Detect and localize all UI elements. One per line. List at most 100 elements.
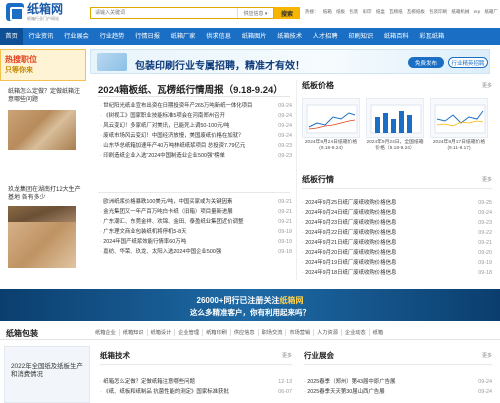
subnav-item[interactable]: 市场营销: [286, 329, 315, 336]
hot-keyword[interactable]: 纸箱厂: [484, 9, 498, 14]
featured-report-card[interactable]: 2022年全国纸及纸板生产和消费情况: [4, 346, 90, 403]
price-chart-thumbnail: [430, 98, 488, 138]
search-scope-select[interactable]: 供应信息 ▾: [237, 8, 273, 18]
hot-keyword[interactable]: 包装印刷: [429, 9, 447, 14]
nav-images[interactable]: 纸箱图片: [236, 28, 272, 45]
subnav-item[interactable]: 供应信息: [231, 329, 259, 336]
news-title: 世纪阳光纸业宣布出资在日期投资年产265万吨新纸一体化项目: [100, 101, 262, 111]
trend-section-title: 纸板行情: [302, 175, 334, 184]
expo-title: 2025春季（郑州）第43届中原广告展: [304, 377, 466, 387]
tech-more-link[interactable]: 更多: [282, 352, 292, 359]
list-item[interactable]: 世纪阳光纸业宣布出资在日期投资年产265万吨新纸一体化项目 09-24: [100, 101, 292, 111]
search-box: 供应信息 ▾: [90, 7, 274, 19]
packaging-subnav: 纸箱包装 纸箱企业 纸箱知识 纸箱设计 企业管理 纸箱印刷 供应信息 职场交流 …: [0, 326, 500, 340]
list-item[interactable]: 2024年9月19日纸厂废纸收购价格信息 09-19: [302, 258, 492, 268]
news-date: 09-21: [278, 199, 292, 205]
news-date: 09-21: [278, 219, 292, 225]
hot-keyword[interactable]: 包装: [349, 9, 358, 14]
site-logo[interactable]: 纸箱网 纸箱行业门户网站: [6, 3, 63, 21]
price-card[interactable]: 2024年9月24日纸箱价格 (9.18-9.24): [302, 98, 360, 152]
left-article[interactable]: 纸箱怎么定做？定做纸箱注意哪些问题: [0, 88, 82, 150]
price-card[interactable]: 2024年9月24日，全国纸箱价格（9.18-9.24）: [366, 98, 424, 152]
list-item[interactable]: 《纸、纸板和纸制品 抗菌性能的测定》国家标准获批 06-07: [100, 387, 292, 397]
search-input[interactable]: [91, 8, 237, 18]
list-item[interactable]: 2025春季天天第30届山西广告展 09-24: [304, 387, 492, 397]
register-banner[interactable]: 26000+同行已注册关注纸箱网 这么多精准客户，你有利用起来吗？: [0, 289, 500, 321]
list-item[interactable]: 2024年9月20日纸厂废纸收购价格信息 09-20: [302, 248, 492, 258]
hot-keyword[interactable]: 彩印: [363, 9, 372, 14]
list-item[interactable]: 2024年9月25日纸厂废纸收购价格信息 09-25: [302, 198, 492, 208]
list-item[interactable]: 《树视工》国家职业技能标准5项会在河南郑州召开 09-24: [100, 111, 292, 121]
nav-daily[interactable]: 行情日报: [130, 28, 166, 45]
divider: [98, 192, 290, 193]
nav-supply[interactable]: 供求信息: [201, 28, 237, 45]
free-post-button[interactable]: 免费发布: [408, 57, 444, 68]
subnav-item[interactable]: 纸箱知识: [120, 329, 148, 336]
nav-home[interactable]: 首页: [0, 28, 24, 45]
list-item[interactable]: 印刷造纸企业入选“2024中国制造业企业500强”榜单 09-23: [100, 151, 292, 161]
recruit-banner[interactable]: 包装印刷行业专属招聘，精准才有效！ 免费发布 行业精英招聘: [90, 49, 490, 74]
list-item[interactable]: 2024年9月24日纸厂废纸收购价格信息 09-24: [302, 208, 492, 218]
list-item[interactable]: 2024年9月21日纸厂废纸收购价格信息 09-21: [302, 238, 492, 248]
trend-title: 2024年9月19日纸厂废纸收购价格信息: [302, 258, 462, 268]
list-item[interactable]: 纸箱怎么定做？定做纸箱注意哪些问题 12-13: [100, 377, 292, 387]
nav-printing[interactable]: 印刷知识: [343, 28, 379, 45]
subnav-item[interactable]: 企业动态: [342, 329, 370, 336]
news-title: 2024年国产纸浆效能行情率60万吨: [100, 237, 262, 247]
list-item[interactable]: 金光集团又一年产百万吨白卡纸（旧箱）项目量新进展 09-21: [100, 207, 292, 217]
nav-wiki[interactable]: 纸箱百科: [378, 28, 414, 45]
list-item[interactable]: 欧洲纸浆价格暴跌100美元/吨，中国买家或为关键因素 09-21: [100, 197, 292, 207]
list-item[interactable]: 2024年9月22日纸厂废纸收购价格信息 09-22: [302, 228, 492, 238]
subnav-item[interactable]: 职场交流: [259, 329, 287, 336]
subnav-item[interactable]: 纸箱企业: [92, 329, 120, 336]
subnav-item[interactable]: 纸箱设计: [148, 329, 176, 336]
nav-tech[interactable]: 纸箱技术: [272, 28, 308, 45]
hot-keyword[interactable]: 纸箱机械: [451, 9, 469, 14]
jobs-ad[interactable]: 热搜职位 只等你来: [0, 49, 86, 81]
expo-date: 09-24: [478, 379, 492, 385]
expo-more-link[interactable]: 更多: [482, 352, 492, 359]
register-banner-line2: 这么多精准客户，你有利用起来吗？: [190, 308, 310, 317]
divider: [98, 96, 290, 97]
subnav-item[interactable]: 纸箱印刷: [203, 329, 231, 336]
headline[interactable]: 2024箱板纸、瓦楞纸行情周报（9.18-9.24）: [98, 82, 283, 96]
nav-expo[interactable]: 行业展会: [59, 28, 95, 45]
news-date: 09-24: [278, 103, 292, 109]
price-chart-thumbnail: [366, 98, 424, 138]
nav-industry-news[interactable]: 行业资讯: [23, 28, 59, 45]
nav-manufacturers[interactable]: 纸箱厂家: [165, 28, 201, 45]
nav-color-box[interactable]: 彩瓦纸箱: [414, 28, 450, 45]
hot-keyword[interactable]: 纸箱: [323, 9, 332, 14]
list-item[interactable]: 2024年9月18日纸厂废纸收购价格信息 09-18: [302, 268, 492, 278]
list-item[interactable]: 广东理文商业包装纸机将停机5-8天 09-19: [100, 227, 292, 237]
hot-keyword[interactable]: erp: [474, 9, 481, 14]
trend-title: 2024年9月23日纸厂废纸收购价格信息: [302, 218, 462, 228]
hot-keyword[interactable]: 瓦楞纸: [389, 9, 403, 14]
search-button[interactable]: 搜索: [274, 7, 300, 19]
subnav-item[interactable]: 企业管理: [175, 329, 204, 336]
talent-recruit-button[interactable]: 行业精英招聘: [448, 57, 488, 68]
subnav-item[interactable]: 人力资源: [314, 329, 342, 336]
list-item[interactable]: 2024年国产纸浆效能行情率60万吨 09-19: [100, 237, 292, 247]
price-card[interactable]: 2024年9月17日纸箱价格 (9.11-9.17): [430, 98, 488, 152]
hot-keyword[interactable]: 瓦楞纸板: [407, 9, 425, 14]
list-item[interactable]: 嘉纺、华荣、玖龙、太阳入选2024中国企业500强 09-18: [100, 247, 292, 257]
list-item[interactable]: 风云变幻！多家纸厂对美讯，已能死上调50-100元/吨 09-24: [100, 121, 292, 131]
list-item[interactable]: 2025春季（郑州）第43届中原广告展 09-24: [304, 377, 492, 387]
list-item[interactable]: 广东潮汇、东莞金祥、欢锦、金田、泰盈纸业集团近价调整 09-21: [100, 217, 292, 227]
subnav-item[interactable]: 纸箱: [370, 329, 386, 336]
price-more-link[interactable]: 更多: [482, 82, 492, 89]
price-section-title: 纸板价格: [302, 81, 334, 90]
list-item[interactable]: 2024年9月23日纸厂废纸收购价格信息 09-23: [302, 218, 492, 228]
list-item[interactable]: 废纸市场风云变幻！中国经济放慢，美国废纸价格在加就？ 09-24: [100, 131, 292, 141]
hot-keyword[interactable]: 纸盒: [376, 9, 385, 14]
list-item[interactable]: 山东华总纸箱加速年产40万吨林纸纸浆项目 总投资7.79亿元 09-23: [100, 141, 292, 151]
hot-keyword[interactable]: 纸板: [336, 9, 345, 14]
trend-date: 09-18: [478, 270, 492, 276]
left-article[interactable]: 玖龙集团在湖南打12大生产基地 各有多少: [0, 186, 82, 246]
price-card-caption: 2024年9月24日，全国纸箱价格（9.18-9.24）: [366, 140, 424, 151]
nav-jobs[interactable]: 人才招聘: [307, 28, 343, 45]
nav-trends[interactable]: 行业趋势: [94, 28, 130, 45]
trend-more-link[interactable]: 更多: [482, 176, 492, 183]
trend-title: 2024年9月21日纸厂废纸收购价格信息: [302, 238, 462, 248]
